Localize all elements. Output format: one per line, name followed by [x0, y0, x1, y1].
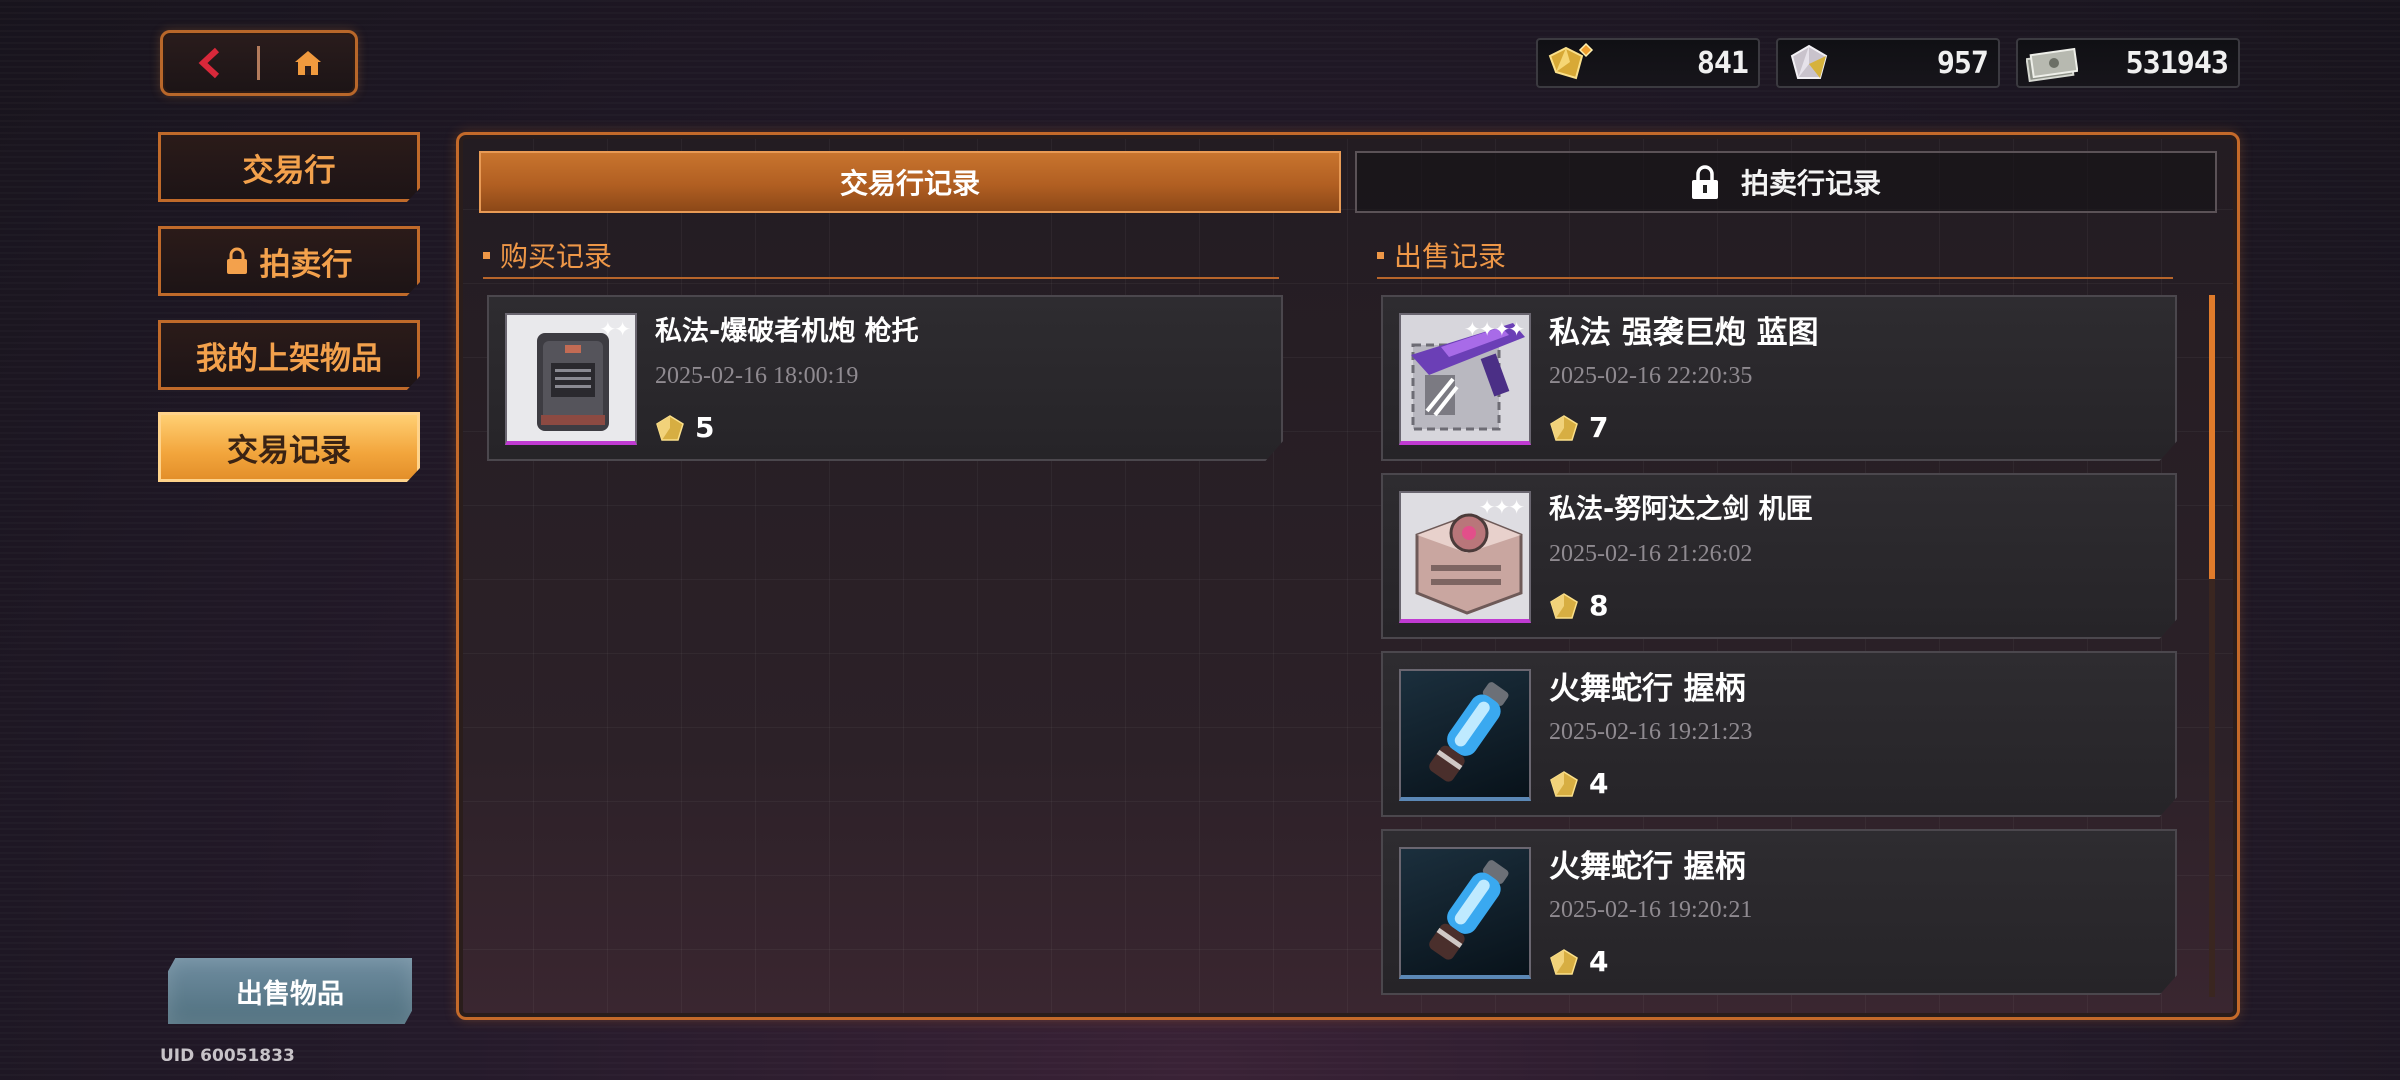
purchase-record-item[interactable]: ✦✦ 私法-爆破者机炮 枪托 2025-02-16 18:00:19 5 [487, 295, 1283, 461]
section-title: 出售记录 [1394, 240, 1507, 273]
sidebar-item-label: 交易行 [242, 152, 336, 189]
record-item-name: 私法 强袭巨炮 蓝图 [1549, 315, 1819, 351]
sales-records-header: 出售记录 [1377, 233, 2173, 279]
record-time: 2025-02-16 22:20:35 [1549, 363, 1753, 389]
gold-gem-icon [1548, 42, 1594, 80]
scrollbar-thumb[interactable] [2209, 295, 2215, 579]
bullet-square [483, 251, 490, 259]
currency-value: 841 [1696, 45, 1749, 81]
item-thumbnail [1399, 847, 1531, 979]
record-item-name: 私法-爆破者机炮 枪托 [655, 316, 919, 347]
sales-record-item[interactable]: 火舞蛇行 握柄 2025-02-16 19:20:21 4 [1381, 829, 2177, 995]
sales-record-item[interactable]: ✦✦✦ 私法-努阿达之剑 机匣 2025-02-16 21:26:02 8 [1381, 473, 2177, 639]
user-id: UID 60051833 [160, 1046, 295, 1066]
sidebar-item-label: 我的上架物品 [196, 340, 382, 377]
record-price: 7 [1549, 411, 1608, 444]
gold-gem-icon [656, 414, 684, 441]
record-price: 4 [1549, 767, 1608, 800]
back-button[interactable] [163, 33, 257, 93]
home-button[interactable] [260, 33, 355, 93]
gold-gem-icon [1550, 414, 1578, 441]
sidebar-item-trading-house[interactable]: 交易行 [158, 132, 420, 202]
record-item-name: 私法-努阿达之剑 机匣 [1549, 494, 1813, 525]
records-panel: 交易行记录 拍卖行记录 购买记录 ✦✦ 私法-爆破者机炮 枪托 2025-02-… [456, 132, 2240, 1020]
item-thumbnail [1399, 669, 1531, 801]
sales-record-item[interactable]: ✦✦✦✦ 私法 强袭巨炮 蓝图 2025-02-16 22:20:35 7 [1381, 295, 2177, 461]
currency-silver-gem: 957 [1776, 38, 2000, 88]
rarity-stars: ✦✦ [599, 317, 630, 341]
currency-value: 957 [1936, 45, 1989, 81]
rarity-stars: ✦✦✦ [1478, 495, 1525, 519]
record-time: 2025-02-16 19:21:23 [1549, 719, 1753, 745]
lock-icon [1691, 165, 1718, 199]
silver-gem-icon [1790, 44, 1828, 79]
price-value: 5 [695, 411, 715, 444]
gold-gem-icon [1550, 770, 1578, 797]
record-time: 2025-02-16 21:26:02 [1549, 541, 1753, 567]
tab-label: 拍卖行记录 [1740, 167, 1881, 200]
price-value: 4 [1589, 945, 1609, 978]
item-thumbnail: ✦✦✦✦ [1399, 313, 1531, 445]
currency-value: 531943 [2125, 45, 2229, 81]
purchase-records-header: 购买记录 [483, 233, 1279, 279]
rarity-stars: ✦✦✦✦ [1463, 317, 1525, 341]
sidebar-item-label: 交易记录 [227, 432, 351, 469]
home-icon [294, 51, 321, 75]
tab-label: 交易行记录 [839, 167, 980, 200]
sidebar-item-trade-records[interactable]: 交易记录 [158, 412, 420, 482]
record-time: 2025-02-16 18:00:19 [655, 363, 859, 389]
glowing-grip-icon [1429, 682, 1509, 782]
currency-cash: 531943 [2016, 38, 2240, 88]
glowing-grip-icon [1429, 860, 1509, 960]
item-thumbnail: ✦✦✦ [1399, 491, 1531, 623]
chevron-left-icon [198, 47, 220, 79]
sales-record-item[interactable]: 火舞蛇行 握柄 2025-02-16 19:21:23 4 [1381, 651, 2177, 817]
price-value: 7 [1589, 411, 1609, 444]
record-time: 2025-02-16 19:20:21 [1549, 897, 1753, 923]
tab-auction-records[interactable]: 拍卖行记录 [1355, 151, 2217, 213]
section-title: 购买记录 [500, 240, 613, 273]
nav-bar [160, 30, 358, 96]
record-price: 5 [655, 411, 714, 444]
bullet-square [1377, 251, 1384, 259]
record-item-name: 火舞蛇行 握柄 [1549, 849, 1746, 885]
price-value: 8 [1589, 589, 1609, 622]
cash-stack-icon [2026, 47, 2078, 82]
lock-icon [226, 247, 247, 274]
tab-trading-records[interactable]: 交易行记录 [479, 151, 1341, 213]
currency-gold-gem: 841 [1536, 38, 1760, 88]
sidebar-item-label: 拍卖行 [259, 246, 353, 283]
record-price: 4 [1549, 945, 1608, 978]
record-price: 8 [1549, 589, 1608, 622]
record-item-name: 火舞蛇行 握柄 [1549, 671, 1746, 707]
price-value: 4 [1589, 767, 1609, 800]
gold-gem-icon [1550, 592, 1578, 619]
sidebar-item-my-listings[interactable]: 我的上架物品 [158, 320, 420, 390]
gold-gem-icon [1550, 948, 1578, 975]
sell-items-label: 出售物品 [236, 978, 344, 1010]
sell-items-button[interactable]: 出售物品 [168, 958, 412, 1024]
sidebar-item-auction-house[interactable]: 拍卖行 [158, 226, 420, 296]
item-thumbnail: ✦✦ [505, 313, 637, 445]
